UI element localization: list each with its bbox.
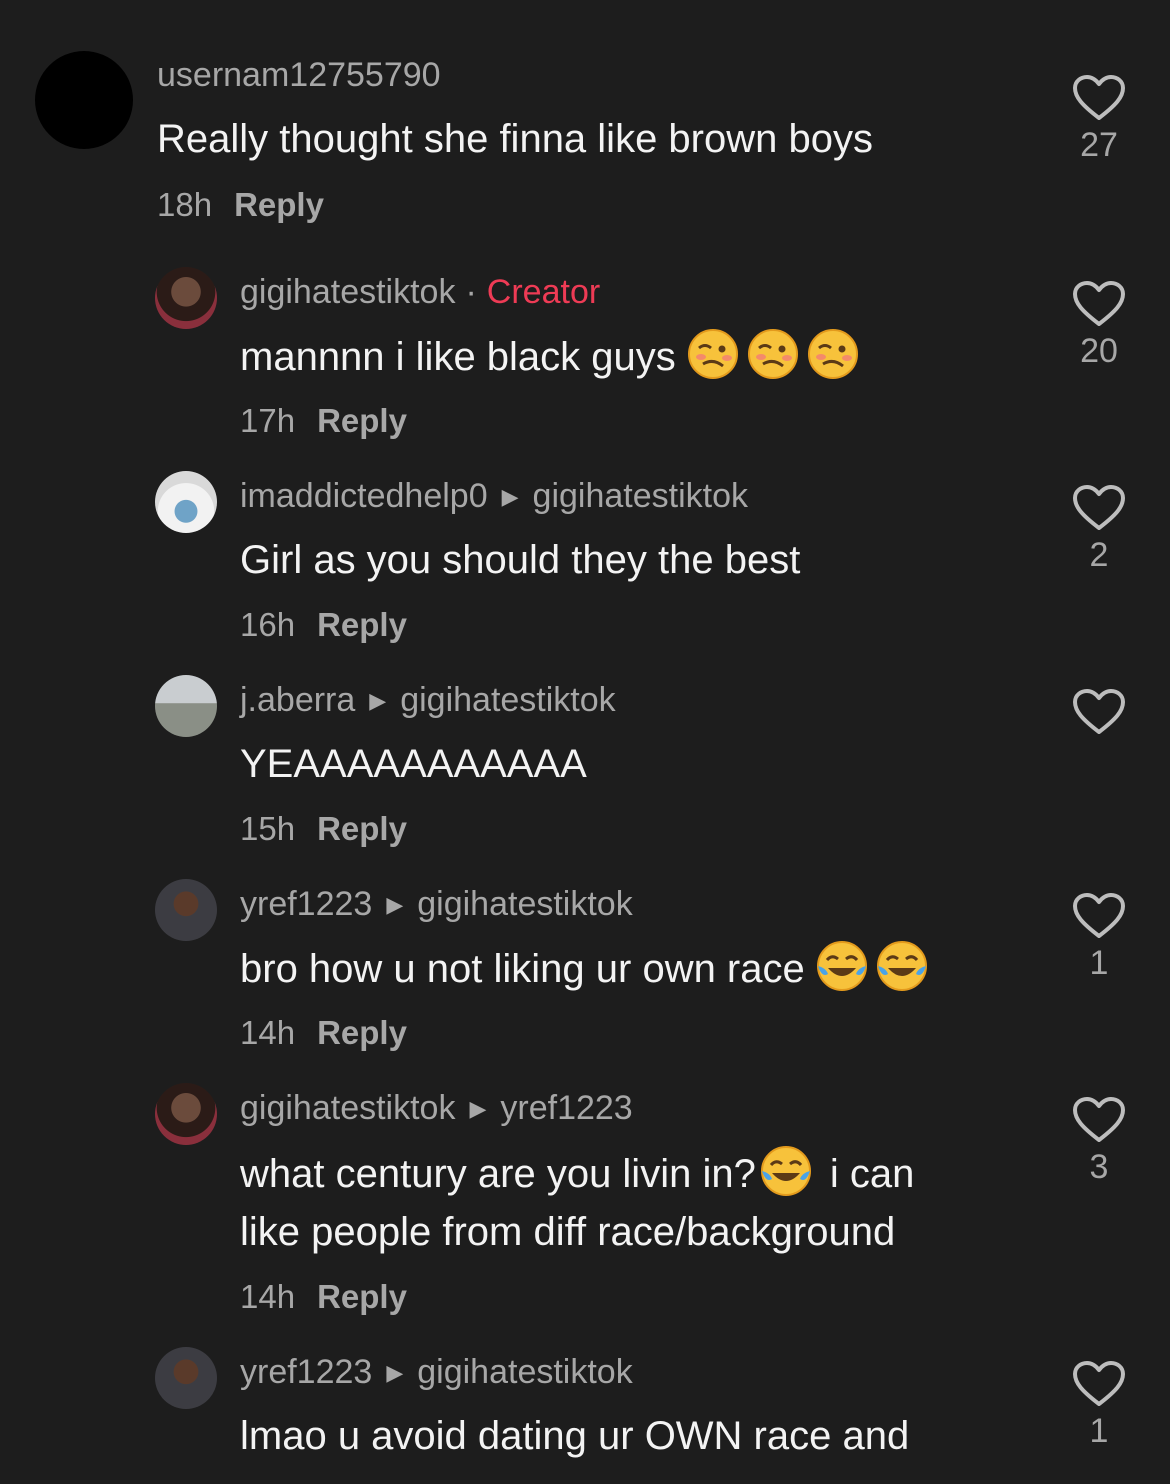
username[interactable]: yref1223 ▶ gigihatestiktok — [240, 1353, 633, 1392]
heart-icon — [1073, 485, 1125, 530]
like-button[interactable]: 2 — [1068, 484, 1130, 575]
reply-button[interactable]: Reply — [234, 186, 324, 223]
avatar[interactable] — [155, 1347, 217, 1409]
woozy-face-emoji — [807, 329, 858, 379]
timestamp: 14h — [240, 1278, 296, 1315]
like-count: 1 — [1089, 944, 1109, 982]
username[interactable]: yref1223 ▶ gigihatestiktok — [240, 885, 633, 924]
username[interactable]: usernam12755790 — [157, 56, 441, 95]
avatar[interactable] — [155, 675, 217, 737]
like-count: 27 — [1080, 126, 1118, 164]
comment-meta: 17h Reply — [240, 402, 407, 440]
username[interactable]: j.aberra ▶ gigihatestiktok — [240, 681, 616, 720]
heart-icon — [1073, 689, 1125, 734]
comment-text: mannnn i like black guys — [240, 328, 867, 386]
avatar[interactable] — [155, 267, 217, 329]
reply-to-user[interactable]: gigihatestiktok — [400, 681, 615, 719]
timestamp: 18h — [157, 186, 213, 223]
timestamp: 15h — [240, 810, 296, 847]
comment-meta: 14h Reply — [240, 1014, 407, 1052]
tears-of-joy-emoji — [816, 941, 867, 991]
reply-arrow-icon: ▶ — [386, 1360, 404, 1385]
reply-button[interactable]: Reply — [317, 606, 407, 643]
like-button[interactable]: 1 — [1068, 1360, 1130, 1451]
tears-of-joy-emoji — [760, 1146, 811, 1196]
reply-button[interactable]: Reply — [317, 1014, 407, 1051]
comment-text: what century are you livin in? i can — [240, 1145, 914, 1203]
timestamp: 17h — [240, 402, 296, 439]
username[interactable]: imaddictedhelp0 ▶ gigihatestiktok — [240, 477, 748, 516]
avatar[interactable] — [155, 1083, 217, 1145]
woozy-face-emoji — [747, 329, 798, 379]
comment-meta: 16h Reply — [240, 606, 407, 644]
comment-text: Really thought she finna like brown boys — [157, 117, 873, 161]
comment-meta: 18h Reply — [157, 186, 324, 224]
heart-icon — [1073, 281, 1125, 326]
like-button[interactable] — [1068, 688, 1130, 740]
heart-icon — [1073, 1361, 1125, 1406]
reply-arrow-icon: ▶ — [469, 1096, 487, 1121]
reply-arrow-icon: ▶ — [386, 892, 404, 917]
like-button[interactable]: 27 — [1068, 74, 1130, 165]
reply-arrow-icon: ▶ — [501, 484, 519, 509]
like-button[interactable]: 3 — [1068, 1096, 1130, 1187]
avatar[interactable] — [155, 879, 217, 941]
heart-icon — [1073, 1097, 1125, 1142]
like-count: 1 — [1089, 1412, 1109, 1450]
heart-icon — [1073, 893, 1125, 938]
like-count: 2 — [1089, 536, 1109, 574]
reply-to-user[interactable]: yref1223 — [500, 1089, 632, 1127]
comment-text-line2: like people from diff race/background — [240, 1210, 896, 1254]
reply-button[interactable]: Reply — [317, 1278, 407, 1315]
avatar[interactable] — [35, 51, 133, 149]
comment-meta: 15h Reply — [240, 810, 407, 848]
tears-of-joy-emoji — [876, 941, 927, 991]
like-button[interactable]: 1 — [1068, 892, 1130, 983]
heart-icon — [1073, 75, 1125, 120]
comment-text: Girl as you should they the best — [240, 538, 801, 582]
like-count: 20 — [1080, 332, 1118, 370]
separator-dot: · — [465, 273, 477, 311]
avatar[interactable] — [155, 471, 217, 533]
like-count: 3 — [1089, 1148, 1109, 1186]
comment-text: YEAAAAAAAAAAA — [240, 742, 587, 786]
username[interactable]: gigihatestiktok ▶ yref1223 — [240, 1089, 633, 1128]
username[interactable]: gigihatestiktok · Creator — [240, 273, 600, 312]
comment-text: lmao u avoid dating ur OWN race and — [240, 1414, 910, 1458]
comment-text: bro how u not liking ur own race — [240, 940, 936, 998]
reply-button[interactable]: Reply — [317, 402, 407, 439]
woozy-face-emoji — [687, 329, 738, 379]
comment-meta: 14h Reply — [240, 1278, 407, 1316]
like-button[interactable]: 20 — [1068, 280, 1130, 371]
timestamp: 14h — [240, 1014, 296, 1051]
creator-badge: Creator — [486, 273, 601, 311]
reply-arrow-icon: ▶ — [369, 688, 387, 713]
reply-to-user[interactable]: gigihatestiktok — [417, 885, 632, 923]
timestamp: 16h — [240, 606, 296, 643]
reply-button[interactable]: Reply — [317, 810, 407, 847]
reply-to-user[interactable]: gigihatestiktok — [417, 1353, 632, 1391]
reply-to-user[interactable]: gigihatestiktok — [533, 477, 748, 515]
